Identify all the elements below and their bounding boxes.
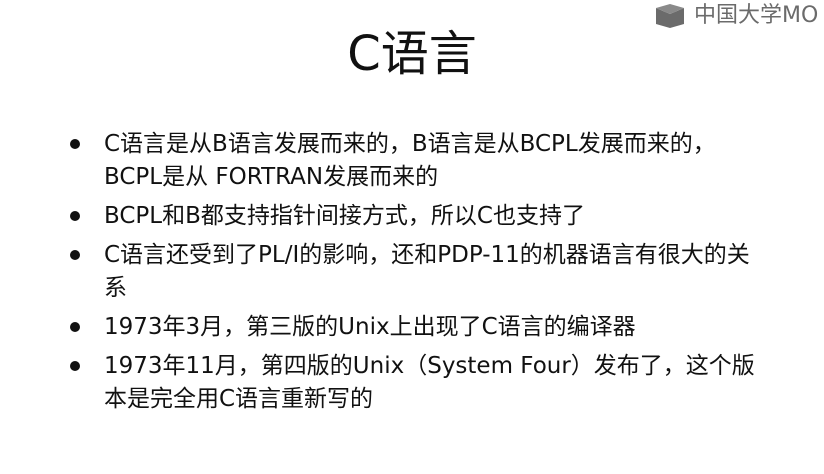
bullet-text: C语言是从B语言发展而来的，B语言是从BCPL发展而来的，BCPL是从 FORT… bbox=[104, 131, 716, 190]
bullet-dot-icon bbox=[70, 361, 80, 371]
bullet-item: 1973年11月，第四版的Unix（System Four）发布了，这个版本是完… bbox=[70, 350, 770, 416]
bullet-text: 1973年3月，第三版的Unix上出现了C语言的编译器 bbox=[104, 314, 636, 340]
bullet-text: C语言还受到了PL/I的影响，还和PDP-11的机器语言有很大的关系 bbox=[104, 242, 750, 301]
bullet-text: BCPL和B都支持指针间接方式，所以C也支持了 bbox=[104, 203, 585, 229]
bullet-item: C语言是从B语言发展而来的，B语言是从BCPL发展而来的，BCPL是从 FORT… bbox=[70, 128, 770, 194]
bullet-dot-icon bbox=[70, 322, 80, 332]
bullet-text: 1973年11月，第四版的Unix（System Four）发布了，这个版本是完… bbox=[104, 353, 755, 412]
mooc-logo-icon bbox=[656, 4, 684, 28]
bullet-dot-icon bbox=[70, 250, 80, 260]
bullet-item: C语言还受到了PL/I的影响，还和PDP-11的机器语言有很大的关系 bbox=[70, 239, 770, 305]
bullet-dot-icon bbox=[70, 139, 80, 149]
bullet-item: 1973年3月，第三版的Unix上出现了C语言的编译器 bbox=[70, 311, 770, 344]
bullet-list: C语言是从B语言发展而来的，B语言是从BCPL发展而来的，BCPL是从 FORT… bbox=[70, 128, 770, 416]
bullet-item: BCPL和B都支持指针间接方式，所以C也支持了 bbox=[70, 200, 770, 233]
watermark-text: 中国大学MO bbox=[694, 3, 819, 28]
slide-title: C语言 bbox=[347, 26, 477, 82]
bullet-dot-icon bbox=[70, 211, 80, 221]
